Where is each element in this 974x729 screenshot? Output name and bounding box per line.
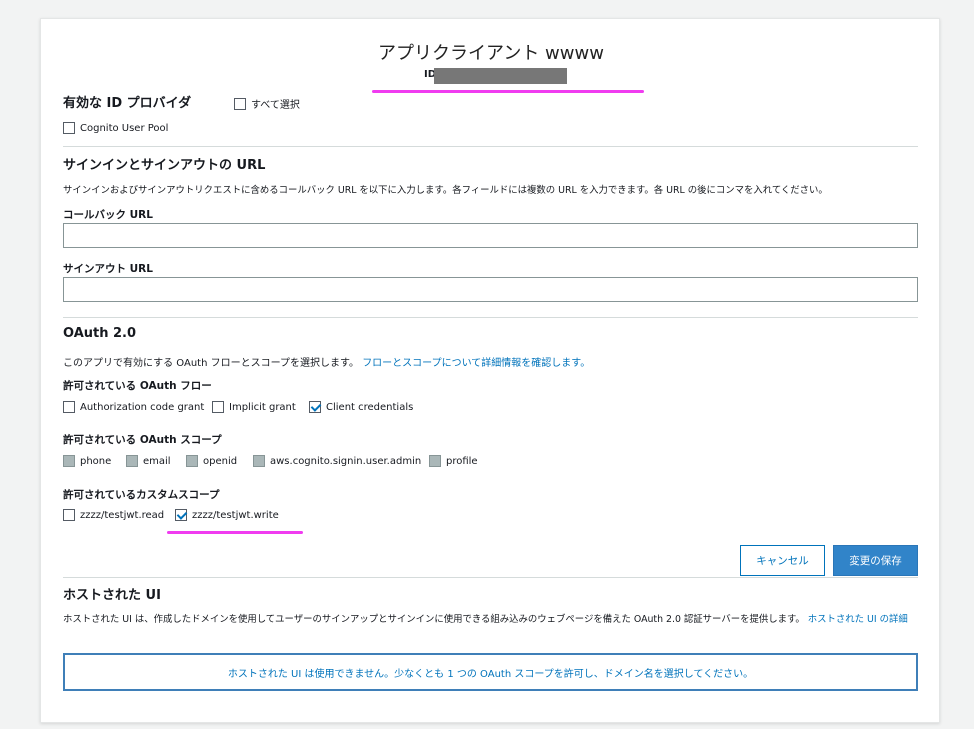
divider: [63, 146, 918, 147]
scope-label: email: [143, 455, 171, 467]
save-changes-button[interactable]: 変更の保存: [833, 545, 918, 576]
scope-label: phone: [80, 455, 112, 467]
flow-client-credentials-checkbox[interactable]: Client credentials: [309, 401, 413, 413]
hosted-ui-link-part1[interactable]: ホス: [808, 614, 827, 625]
checkbox-box[interactable]: [212, 401, 224, 413]
scope-label: profile: [446, 455, 478, 467]
select-all-label: すべて選択: [251, 100, 300, 111]
divider: [63, 317, 918, 318]
oauth-learn-more-link[interactable]: フローとスコープについて詳細情報を確認します。: [362, 358, 590, 369]
callback-url-input[interactable]: [63, 223, 918, 248]
checkbox-box-checked[interactable]: [309, 401, 321, 413]
checkbox-box-checked[interactable]: [175, 509, 187, 521]
checkbox-box[interactable]: [63, 509, 75, 521]
scope-email-checkbox: email: [126, 455, 171, 467]
scope-profile-checkbox: profile: [429, 455, 478, 467]
app-client-panel: アプリクライアント wwww ID 有効な ID プロバイダ すべて選択 Cog…: [40, 18, 940, 723]
select-all-checkbox[interactable]: すべて選択: [234, 96, 300, 111]
checkbox-box-disabled: [429, 455, 441, 467]
flow-label: Authorization code grant: [80, 401, 205, 413]
scope-openid-checkbox: openid: [186, 455, 237, 467]
checkbox-box-disabled: [126, 455, 138, 467]
scope-cognito-admin-checkbox: aws.cognito.signin.user.admin: [253, 455, 421, 467]
hosted-ui-unavailable-notice: ホストされた UI は使用できません。少なくとも 1 つの OAuth スコープ…: [63, 653, 918, 691]
oauth-description-text: このアプリで有効にする OAuth フローとスコープを選択します。: [63, 358, 359, 369]
checkbox-box-disabled: [253, 455, 265, 467]
hosted-ui-link-part2[interactable]: トされた UI の詳細: [827, 614, 908, 625]
oauth-description: このアプリで有効にする OAuth フローとスコープを選択します。 フローとスコ…: [63, 354, 590, 369]
divider: [63, 577, 918, 578]
signout-url-input[interactable]: [63, 277, 918, 302]
hosted-ui-description-text: ホストされた UI は、作成したドメインを使用してユーザーのサインアップとサイン…: [63, 614, 805, 625]
cancel-button[interactable]: キャンセル: [740, 545, 825, 576]
scope-label: aws.cognito.signin.user.admin: [270, 455, 422, 467]
oauth-flows-label: 許可されている OAuth フロー: [63, 380, 212, 392]
checkbox-box[interactable]: [63, 401, 75, 413]
flow-label: Client credentials: [326, 401, 414, 413]
hosted-ui-heading: ホストされた UI: [63, 588, 161, 603]
client-id-redacted: [434, 68, 567, 84]
custom-scope-label: zzzz/testjwt.write: [192, 509, 279, 521]
hosted-ui-description: ホストされた UI は、作成したドメインを使用してユーザーのサインアップとサイン…: [63, 614, 923, 626]
flow-authorization-code-checkbox[interactable]: Authorization code grant: [63, 401, 204, 413]
callback-url-label: コールバック URL: [63, 209, 153, 221]
highlight-underline-id: [372, 90, 644, 93]
scope-label: openid: [203, 455, 238, 467]
signout-url-label: サインアウト URL: [63, 263, 153, 275]
hosted-ui-learn-more-link[interactable]: ホストされた UI の詳細: [808, 614, 908, 625]
custom-scope-write-checkbox[interactable]: zzzz/testjwt.write: [175, 509, 279, 521]
checkbox-box[interactable]: [63, 122, 75, 134]
scope-phone-checkbox: phone: [63, 455, 111, 467]
checkbox-box[interactable]: [234, 97, 246, 110]
flow-implicit-grant-checkbox[interactable]: Implicit grant: [212, 401, 296, 413]
custom-scopes-label: 許可されているカスタムスコープ: [63, 489, 220, 501]
checkbox-box-disabled: [186, 455, 198, 467]
oauth-heading: OAuth 2.0: [63, 326, 137, 341]
page-title: アプリクライアント wwww: [378, 43, 604, 64]
cognito-user-pool-label: Cognito User Pool: [80, 122, 169, 134]
checkbox-box-disabled: [63, 455, 75, 467]
oauth-scopes-label: 許可されている OAuth スコープ: [63, 434, 222, 446]
flow-label: Implicit grant: [229, 401, 296, 413]
highlight-underline-write: [167, 531, 303, 534]
signin-heading: サインインとサインアウトの URL: [63, 158, 266, 173]
custom-scope-label: zzzz/testjwt.read: [80, 509, 165, 521]
custom-scope-read-checkbox[interactable]: zzzz/testjwt.read: [63, 509, 164, 521]
cognito-user-pool-checkbox[interactable]: Cognito User Pool: [63, 122, 168, 134]
signin-description: サインインおよびサインアウトリクエストに含めるコールバック URL を以下に入力…: [63, 185, 828, 196]
idp-heading: 有効な ID プロバイダ: [63, 96, 192, 111]
